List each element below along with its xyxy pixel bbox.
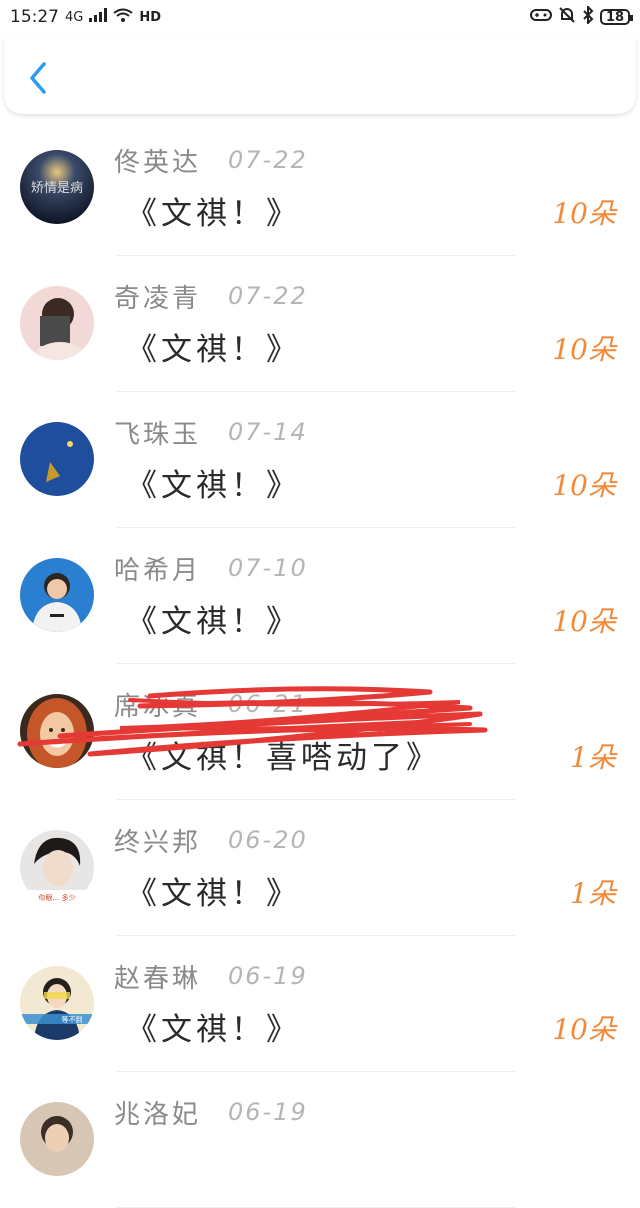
record-date: 06-19 (228, 1098, 308, 1126)
record-date: 06-19 (228, 962, 308, 990)
flower-amount: 1朵 (570, 741, 616, 774)
record-message: 《文祺！》 (126, 604, 301, 640)
record-date: 07-22 (228, 146, 308, 174)
list-item[interactable]: 矫情是病 佟英达 07-22 《文祺！》 10朵 (0, 120, 640, 256)
back-button[interactable] (22, 60, 54, 96)
list-item[interactable]: 哈希月 07-10 《文祺！》 10朵 (0, 528, 640, 664)
list-item[interactable]: 席冰真 06-21 《文祺！喜嗒动了》 1朵 (0, 664, 640, 800)
sender-name: 兆洛妃 (114, 1100, 202, 1130)
svg-text:矫情是病: 矫情是病 (31, 181, 83, 196)
list-item[interactable]: 飞珠玉 07-14 《文祺！》 10朵 (0, 392, 640, 528)
record-date: 07-14 (228, 418, 308, 446)
status-time: 15:27 (10, 7, 59, 27)
signal-icon (89, 8, 108, 26)
flower-amount: 10朵 (552, 605, 616, 638)
network-type-label: 4G (65, 9, 84, 25)
list-item[interactable]: 等不到 赵春琳 06-19 《文祺！》 10朵 (0, 936, 640, 1072)
svg-text:等不到: 等不到 (62, 1015, 83, 1024)
list-item[interactable]: 奇凌青 07-22 《文祺！》 10朵 (0, 256, 640, 392)
avatar[interactable] (20, 422, 94, 496)
chevron-left-icon (30, 62, 46, 94)
record-date: 06-20 (228, 826, 308, 854)
avatar[interactable]: 你眼... 多少 (20, 830, 94, 904)
record-message: 《文祺！》 (126, 196, 301, 232)
record-date: 06-21 (228, 690, 308, 718)
status-bar-left: 15:27 4G HD (10, 7, 161, 27)
status-bar: 15:27 4G HD 18 (0, 0, 640, 34)
sender-name: 赵春琳 (114, 964, 202, 994)
flower-amount: 10朵 (552, 1013, 616, 1046)
gift-record-list: 矫情是病 佟英达 07-22 《文祺！》 10朵 奇凌青 07-22 《文祺！》… (0, 120, 640, 1208)
avatar[interactable]: 等不到 (20, 966, 94, 1040)
avatar[interactable] (20, 558, 94, 632)
sender-name: 佟英达 (114, 148, 202, 178)
sender-name: 席冰真 (114, 692, 202, 722)
flower-amount: 10朵 (552, 333, 616, 366)
record-message: 《文祺！》 (126, 332, 301, 368)
bell-muted-icon (558, 6, 576, 28)
top-nav-bar (4, 38, 636, 114)
svg-text:你眼... 多少: 你眼... 多少 (39, 893, 76, 902)
bluetooth-icon (582, 4, 594, 28)
gamepad-icon (530, 7, 552, 27)
list-item[interactable]: 兆洛妃 06-19 (0, 1072, 640, 1208)
record-message: 《文祺！》 (126, 876, 301, 912)
avatar[interactable] (20, 286, 94, 360)
record-message: 《文祺！》 (126, 468, 301, 504)
avatar[interactable]: 矫情是病 (20, 150, 94, 224)
flower-amount: 1朵 (570, 877, 616, 910)
list-item[interactable]: 你眼... 多少 终兴邦 06-20 《文祺！》 1朵 (0, 800, 640, 936)
avatar[interactable] (20, 1102, 94, 1176)
sender-name: 终兴邦 (114, 828, 202, 858)
sender-name: 奇凌青 (114, 284, 202, 314)
status-bar-right: 18 (530, 4, 633, 28)
record-message: 《文祺！》 (126, 1012, 301, 1048)
record-date: 07-10 (228, 554, 308, 582)
wifi-icon (113, 8, 133, 26)
hd-label: HD (139, 9, 162, 25)
flower-amount: 10朵 (552, 469, 616, 502)
sender-name: 飞珠玉 (114, 420, 202, 450)
avatar[interactable] (20, 694, 94, 768)
record-message: 《文祺！喜嗒动了》 (126, 740, 441, 776)
flower-amount: 10朵 (552, 197, 616, 230)
battery-indicator: 18 (600, 9, 633, 25)
sender-name: 哈希月 (114, 556, 202, 586)
record-date: 07-22 (228, 282, 308, 310)
